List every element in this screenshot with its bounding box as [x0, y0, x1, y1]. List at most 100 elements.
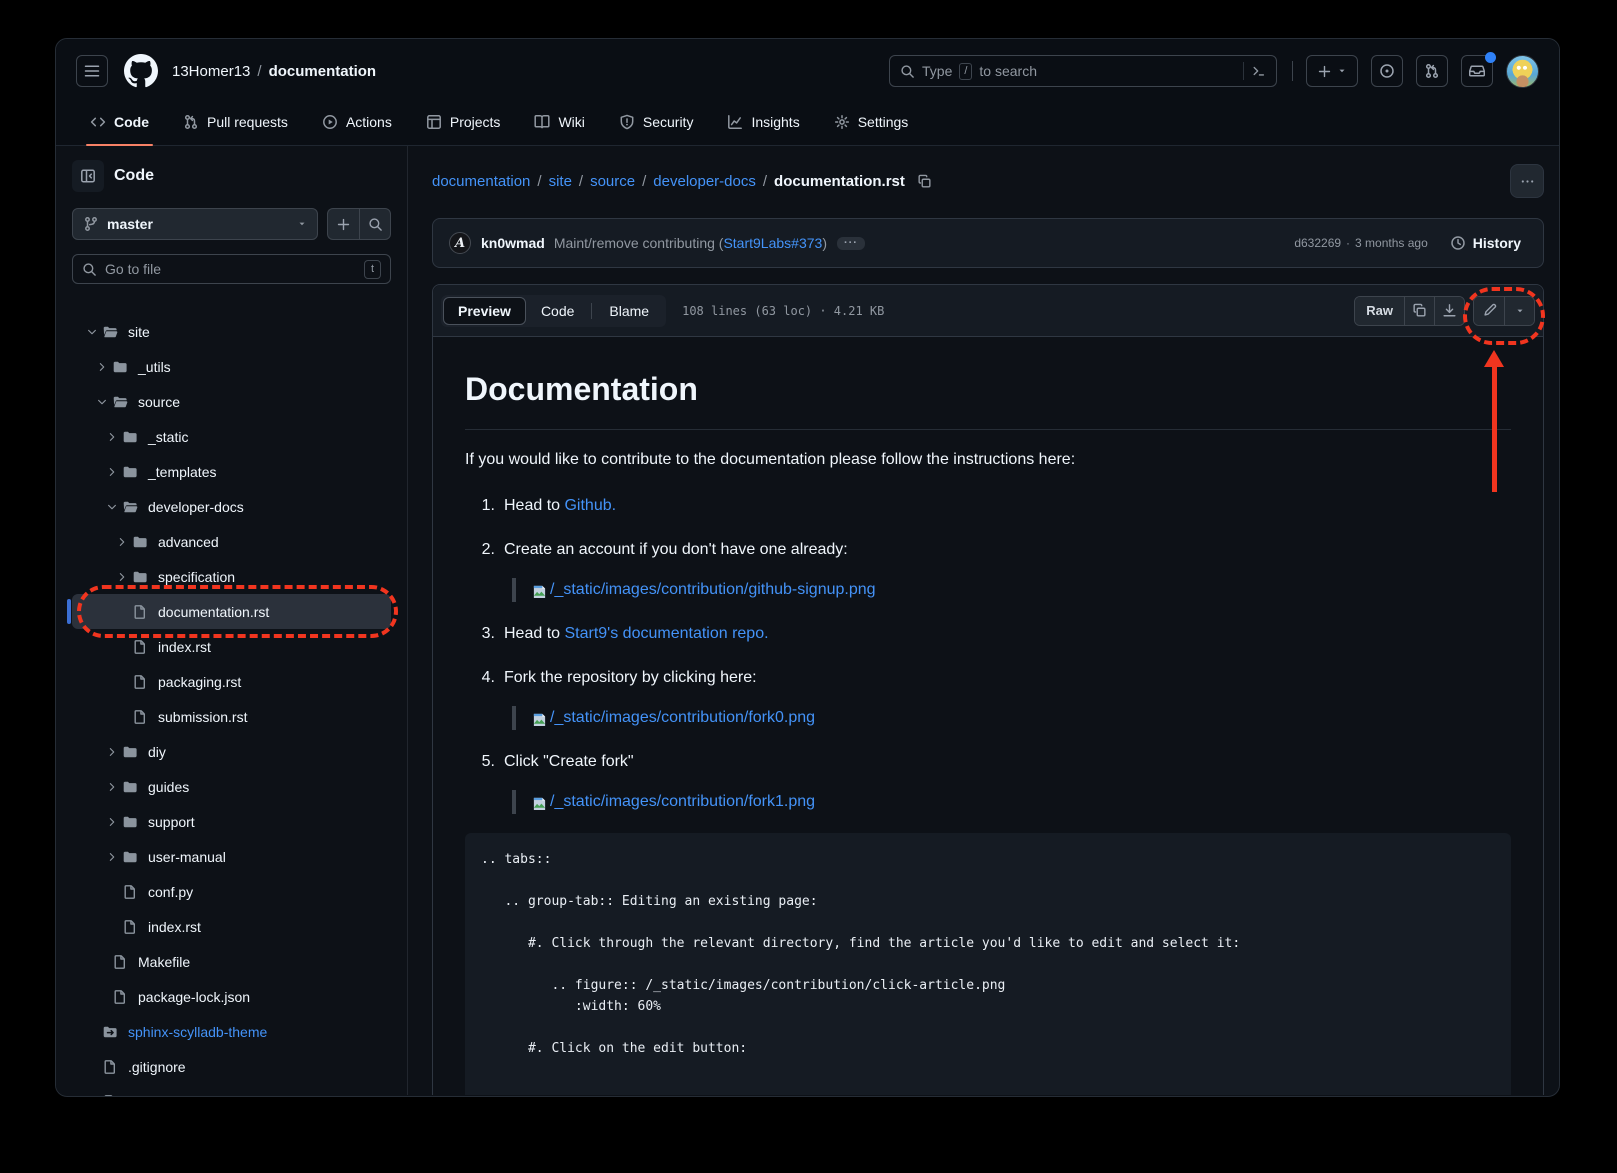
breadcrumb-link-developer-docs[interactable]: developer-docs [653, 173, 756, 190]
tree-item-guides[interactable]: guides [72, 769, 391, 804]
view-tab-code[interactable]: Code [526, 297, 589, 325]
repo-link[interactable]: documentation [269, 63, 377, 80]
plus-icon [1317, 64, 1332, 79]
chevron-down-icon [102, 499, 122, 515]
pull-requests-button[interactable] [1416, 55, 1448, 87]
global-menu-button[interactable] [76, 55, 108, 87]
breadcrumb-link-documentation[interactable]: documentation [432, 173, 530, 190]
tree-item-_static[interactable]: _static [72, 419, 391, 454]
sidebar-title: Code [114, 167, 154, 185]
search-this-repo-button[interactable] [359, 208, 391, 240]
chevron-right-icon [92, 359, 112, 375]
tree-item-packaging.rst[interactable]: packaging.rst [72, 664, 391, 699]
create-new-button[interactable] [1306, 55, 1358, 87]
image-path-link[interactable]: /_static/images/contribution/fork1.png [550, 790, 815, 814]
raw-button[interactable]: Raw [1355, 297, 1404, 325]
image-path-link[interactable]: /_static/images/contribution/github-sign… [550, 578, 876, 602]
tree-item-documentation.rst[interactable]: documentation.rst [72, 594, 391, 629]
commit-pr-link[interactable]: Start9Labs#373 [723, 235, 822, 251]
edit-options-button[interactable] [1504, 297, 1534, 325]
tree-item-advanced[interactable]: advanced [72, 524, 391, 559]
tree-item-_templates[interactable]: _templates [72, 454, 391, 489]
go-to-file-input[interactable]: Go to file t [72, 254, 391, 284]
item-label: guides [148, 779, 189, 795]
commit-author[interactable]: kn0wmad [481, 235, 545, 251]
tab-insights[interactable]: Insights [717, 99, 809, 145]
tree-item-Makefile[interactable]: Makefile [72, 944, 391, 979]
tree-item-conf.py[interactable]: conf.py [72, 874, 391, 909]
chevron-spacer [112, 709, 132, 725]
pencil-icon [1482, 303, 1497, 318]
tree-item-diy[interactable]: diy [72, 734, 391, 769]
tab-code[interactable]: Code [80, 99, 159, 145]
commit-message: Maint/remove contributing (Start9Labs#37… [554, 235, 827, 251]
tree-item-site[interactable]: site [72, 314, 391, 349]
tab-pull-requests[interactable]: Pull requests [173, 99, 298, 145]
file-icon [132, 604, 150, 620]
doc-step-3: 3.Head to Start9's documentation repo. [473, 622, 1511, 646]
download-button[interactable] [1434, 297, 1464, 325]
tree-item-user-manual[interactable]: user-manual [72, 839, 391, 874]
header-divider [1292, 61, 1293, 81]
file-icon [132, 674, 150, 690]
copy-file-button[interactable] [1404, 297, 1434, 325]
tab-wiki[interactable]: Wiki [524, 99, 594, 145]
step-text: Click "Create fork" [504, 753, 634, 770]
item-label: packaging.rst [158, 674, 241, 690]
tab-security[interactable]: Security [609, 99, 704, 145]
github-logo-icon[interactable] [124, 54, 158, 88]
tree-item-sphinx-scylladb-theme[interactable]: sphinx-scylladb-theme [72, 1014, 391, 1049]
chevron-down-icon [92, 394, 112, 410]
tree-item-.gitignore[interactable]: .gitignore [72, 1049, 391, 1084]
step-number: 4. [473, 666, 495, 690]
edit-file-button[interactable] [1474, 297, 1504, 325]
terminal-icon[interactable] [1252, 64, 1266, 78]
inbox-button[interactable] [1461, 55, 1493, 87]
table-icon [426, 114, 442, 130]
branch-selector[interactable]: master [72, 208, 318, 240]
shield-icon [619, 114, 635, 130]
tree-item-index.rst[interactable]: index.rst [72, 629, 391, 664]
collapse-sidebar-button[interactable] [72, 160, 104, 192]
item-label: advanced [158, 534, 219, 550]
commit-expand-button[interactable]: ··· [837, 237, 865, 250]
user-avatar[interactable] [1506, 55, 1539, 88]
breadcrumb-link-site[interactable]: site [549, 173, 572, 190]
image-path-link[interactable]: /_static/images/contribution/fork0.png [550, 706, 815, 730]
copy-path-icon[interactable] [917, 174, 932, 189]
tree-item-support[interactable]: support [72, 804, 391, 839]
image-blockquote: /_static/images/contribution/github-sign… [512, 578, 1511, 602]
view-tab-blame[interactable]: Blame [594, 297, 664, 325]
issues-button[interactable] [1371, 55, 1403, 87]
go-to-file-placeholder: Go to file [105, 261, 161, 277]
view-tab-preview[interactable]: Preview [443, 297, 526, 325]
search-input[interactable]: Type / to search [889, 55, 1277, 87]
commit-author-avatar[interactable]: A [449, 232, 471, 254]
folder-open-icon [102, 324, 120, 340]
doc-link[interactable]: Github. [564, 497, 616, 514]
history-button[interactable]: History [1444, 234, 1527, 252]
file-icon [122, 884, 140, 900]
doc-link[interactable]: Start9's documentation repo. [564, 625, 768, 642]
chevron-spacer [82, 1094, 102, 1098]
tree-item-submission.rst[interactable]: submission.rst [72, 699, 391, 734]
doc-step-1: 1.Head to Github. [473, 494, 1511, 518]
tree-item-_utils[interactable]: _utils [72, 349, 391, 384]
more-options-button[interactable] [1510, 164, 1544, 198]
commit-sha-link[interactable]: d632269 [1294, 236, 1341, 250]
tab-settings[interactable]: Settings [824, 99, 919, 145]
tree-item-partial[interactable] [72, 1084, 391, 1097]
tab-projects[interactable]: Projects [416, 99, 511, 145]
repo-nav-tabs: Code Pull requests Actions Projects Wiki Secu… [76, 99, 1539, 145]
item-label: conf.py [148, 884, 193, 900]
owner-link[interactable]: 13Homer13 [172, 63, 250, 80]
three-bars-icon [84, 63, 100, 79]
tree-item-package-lock.json[interactable]: package-lock.json [72, 979, 391, 1014]
tree-item-specification[interactable]: specification [72, 559, 391, 594]
tree-item-source[interactable]: source [72, 384, 391, 419]
tree-item-developer-docs[interactable]: developer-docs [72, 489, 391, 524]
tab-actions[interactable]: Actions [312, 99, 402, 145]
breadcrumb-link-source[interactable]: source [590, 173, 635, 190]
tree-item-index.rst[interactable]: index.rst [72, 909, 391, 944]
add-file-button[interactable] [327, 208, 359, 240]
